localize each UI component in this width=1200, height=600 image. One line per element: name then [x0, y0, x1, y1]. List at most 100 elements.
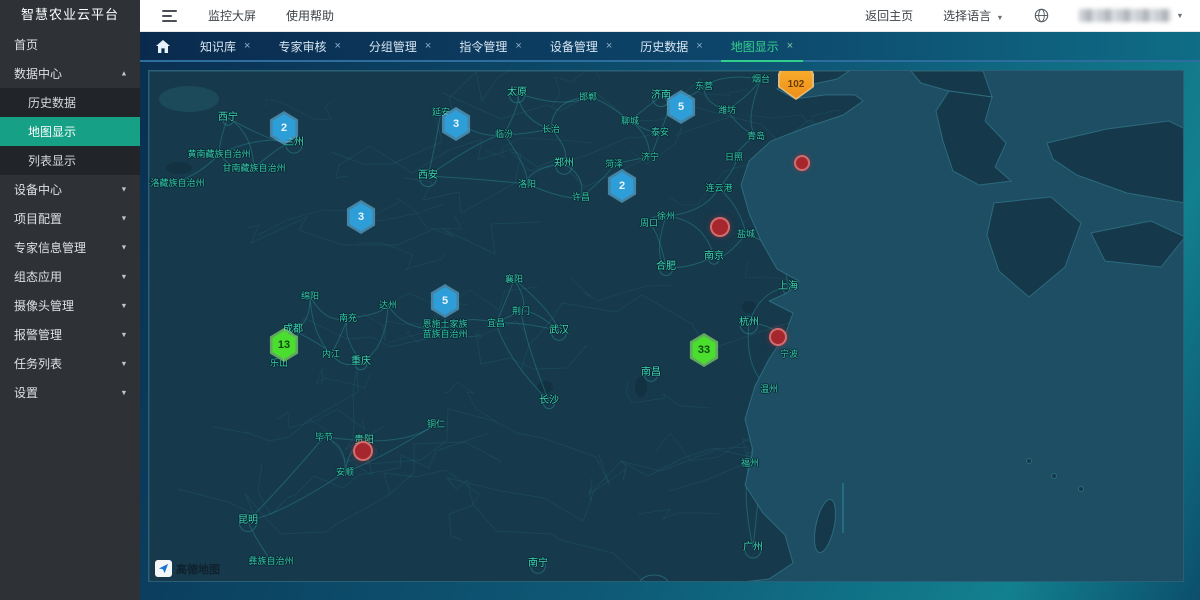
- map-city-label: 泰安: [651, 127, 669, 137]
- cluster-hexagon: 33: [688, 333, 720, 367]
- tab-4[interactable]: 设备管理×: [536, 32, 626, 60]
- tab-6[interactable]: 地图显示 ×: [717, 32, 807, 60]
- map-marker-point-red[interactable]: [769, 328, 787, 346]
- map-city-label: 盐城: [737, 229, 755, 239]
- topbar-return-home[interactable]: 返回主页: [865, 7, 913, 24]
- sidebar-subitem-1-1[interactable]: 地图显示: [0, 117, 140, 146]
- map-basemap: [149, 71, 1184, 582]
- map-city-label: 东营: [695, 81, 713, 91]
- map-canvas[interactable]: 西宁兰州西安太原郑州济南合肥南京上海杭州武汉长沙南昌成都重庆贵阳昆明广州南宁黄南…: [148, 70, 1184, 582]
- topbar-language-select[interactable]: 选择语言▼: [943, 7, 1004, 24]
- tab-label: 专家审核: [278, 38, 326, 55]
- map-city-label: 黄南藏族自治州: [187, 149, 250, 159]
- globe-icon[interactable]: [1034, 8, 1049, 23]
- sidebar-item-7[interactable]: 报警管理▼: [0, 320, 140, 349]
- sidebar-item-9[interactable]: 设置▼: [0, 378, 140, 407]
- tab-close-icon[interactable]: ×: [334, 40, 340, 52]
- tab-close-icon[interactable]: ×: [244, 40, 250, 52]
- collapse-menu-icon[interactable]: [162, 10, 178, 22]
- map-city-label: 上海: [778, 282, 798, 292]
- map-attribution[interactable]: 高德地图: [155, 560, 220, 577]
- map-city-label: 临汾: [495, 129, 513, 139]
- map-city-label: 洛阳: [518, 179, 536, 189]
- sidebar-item-1[interactable]: 数据中心▲: [0, 59, 140, 88]
- tab-3[interactable]: 指令管理×: [445, 32, 535, 60]
- map-city-label: 彝族自治州: [248, 556, 293, 566]
- tab-label: 地图显示: [731, 38, 779, 55]
- tab-0[interactable]: 知识库×: [186, 32, 264, 60]
- sidebar-item-3[interactable]: 项目配置▼: [0, 204, 140, 233]
- cluster-count: 5: [668, 93, 694, 121]
- sidebar-item-6[interactable]: 摄像头管理▼: [0, 291, 140, 320]
- map-marker-point-red[interactable]: [710, 217, 730, 237]
- topbar-monitor-screen[interactable]: 监控大屏: [208, 7, 256, 24]
- map-marker-cluster-green[interactable]: 33: [688, 333, 720, 367]
- map-marker-cluster-blue[interactable]: 3: [440, 107, 472, 141]
- map-city-label: 南宁: [528, 559, 548, 569]
- tab-close-icon[interactable]: ×: [425, 40, 431, 52]
- home-tab[interactable]: [140, 32, 186, 60]
- map-marker-cluster-blue[interactable]: 2: [606, 169, 638, 203]
- cluster-count: 33: [691, 336, 717, 364]
- map-city-label: 绵阳: [301, 291, 319, 301]
- map-city-label: 西安: [418, 171, 438, 181]
- tab-5[interactable]: 历史数据×: [626, 32, 716, 60]
- chevron-down-icon: ▼: [120, 330, 127, 338]
- tab-close-icon[interactable]: ×: [515, 40, 521, 52]
- cluster-count: 2: [609, 172, 635, 200]
- map-city-label: 潍坊: [718, 105, 736, 115]
- map-city-label: 毕节: [315, 432, 333, 442]
- chevron-down-icon: ▼: [120, 272, 127, 280]
- sidebar-subitem-1-2[interactable]: 列表显示: [0, 146, 140, 175]
- map-city-label: 菏泽: [605, 159, 623, 169]
- map-city-label: 铜仁: [427, 419, 445, 429]
- map-city-label: 达州: [379, 300, 397, 310]
- map-city-label: 烟台: [752, 74, 770, 84]
- chevron-up-icon: ▲: [120, 69, 127, 77]
- sidebar-item-label: 设备中心: [14, 181, 62, 198]
- sidebar-item-8[interactable]: 任务列表▼: [0, 349, 140, 378]
- cluster-count: 2: [271, 114, 297, 142]
- map-marker-cluster-green[interactable]: 13: [268, 328, 300, 362]
- tab-2[interactable]: 分组管理 ×: [355, 32, 445, 60]
- tab-close-icon[interactable]: ×: [696, 40, 702, 52]
- map-marker-point-red[interactable]: [353, 441, 373, 461]
- map-marker-cluster-blue[interactable]: 2: [268, 111, 300, 145]
- sidebar-item-4[interactable]: 专家信息管理▼: [0, 233, 140, 262]
- cluster-hexagon: 13: [268, 328, 300, 362]
- topbar-help[interactable]: 使用帮助: [286, 7, 334, 24]
- sidebar-item-label: 任务列表: [14, 355, 62, 372]
- home-icon: [156, 40, 170, 53]
- sidebar-item-5[interactable]: 组态应用 ▼: [0, 262, 140, 291]
- sidebar-item-label: 项目配置: [14, 210, 62, 227]
- tab-label: 分组管理: [369, 38, 417, 55]
- map-marker-cluster-blue[interactable]: 3: [345, 200, 377, 234]
- user-menu[interactable]: ▼: [1079, 9, 1184, 22]
- cluster-hexagon: 2: [268, 111, 300, 145]
- map-city-label: 安顺: [336, 467, 354, 477]
- map-marker-point-red[interactable]: [794, 155, 810, 171]
- cluster-count: 3: [443, 110, 469, 138]
- map-city-label: 宜昌: [487, 318, 505, 328]
- tab-1[interactable]: 专家审核 ×: [264, 32, 354, 60]
- map-city-label: 重庆: [351, 357, 371, 367]
- map-city-label: 武汉: [549, 326, 569, 336]
- sidebar-item-0[interactable]: 首页: [0, 30, 140, 59]
- cluster-hexagon: 5: [429, 284, 461, 318]
- cluster-count: 13: [271, 331, 297, 359]
- map-city-label: 西宁: [218, 113, 238, 123]
- sidebar-subitem-1-0[interactable]: 历史数据: [0, 88, 140, 117]
- map-city-label: 南京: [704, 252, 724, 262]
- tab-close-icon[interactable]: ×: [606, 40, 612, 52]
- tab-close-icon[interactable]: ×: [787, 40, 793, 52]
- map-marker-cluster-blue[interactable]: 5: [429, 284, 461, 318]
- sidebar-item-2[interactable]: 设备中心▼: [0, 175, 140, 204]
- sidebar-item-label: 摄像头管理: [14, 297, 74, 314]
- map-marker-cluster-blue[interactable]: 5: [665, 90, 697, 124]
- map-city-label: 果洛藏族自治州: [148, 178, 205, 188]
- map-city-label: 周口: [640, 218, 658, 228]
- sidebar-item-label: 组态应用: [14, 268, 62, 285]
- map-city-label: 荆门: [512, 306, 530, 316]
- map-city-label: 长治: [542, 124, 560, 134]
- amap-logo-icon: [155, 560, 172, 577]
